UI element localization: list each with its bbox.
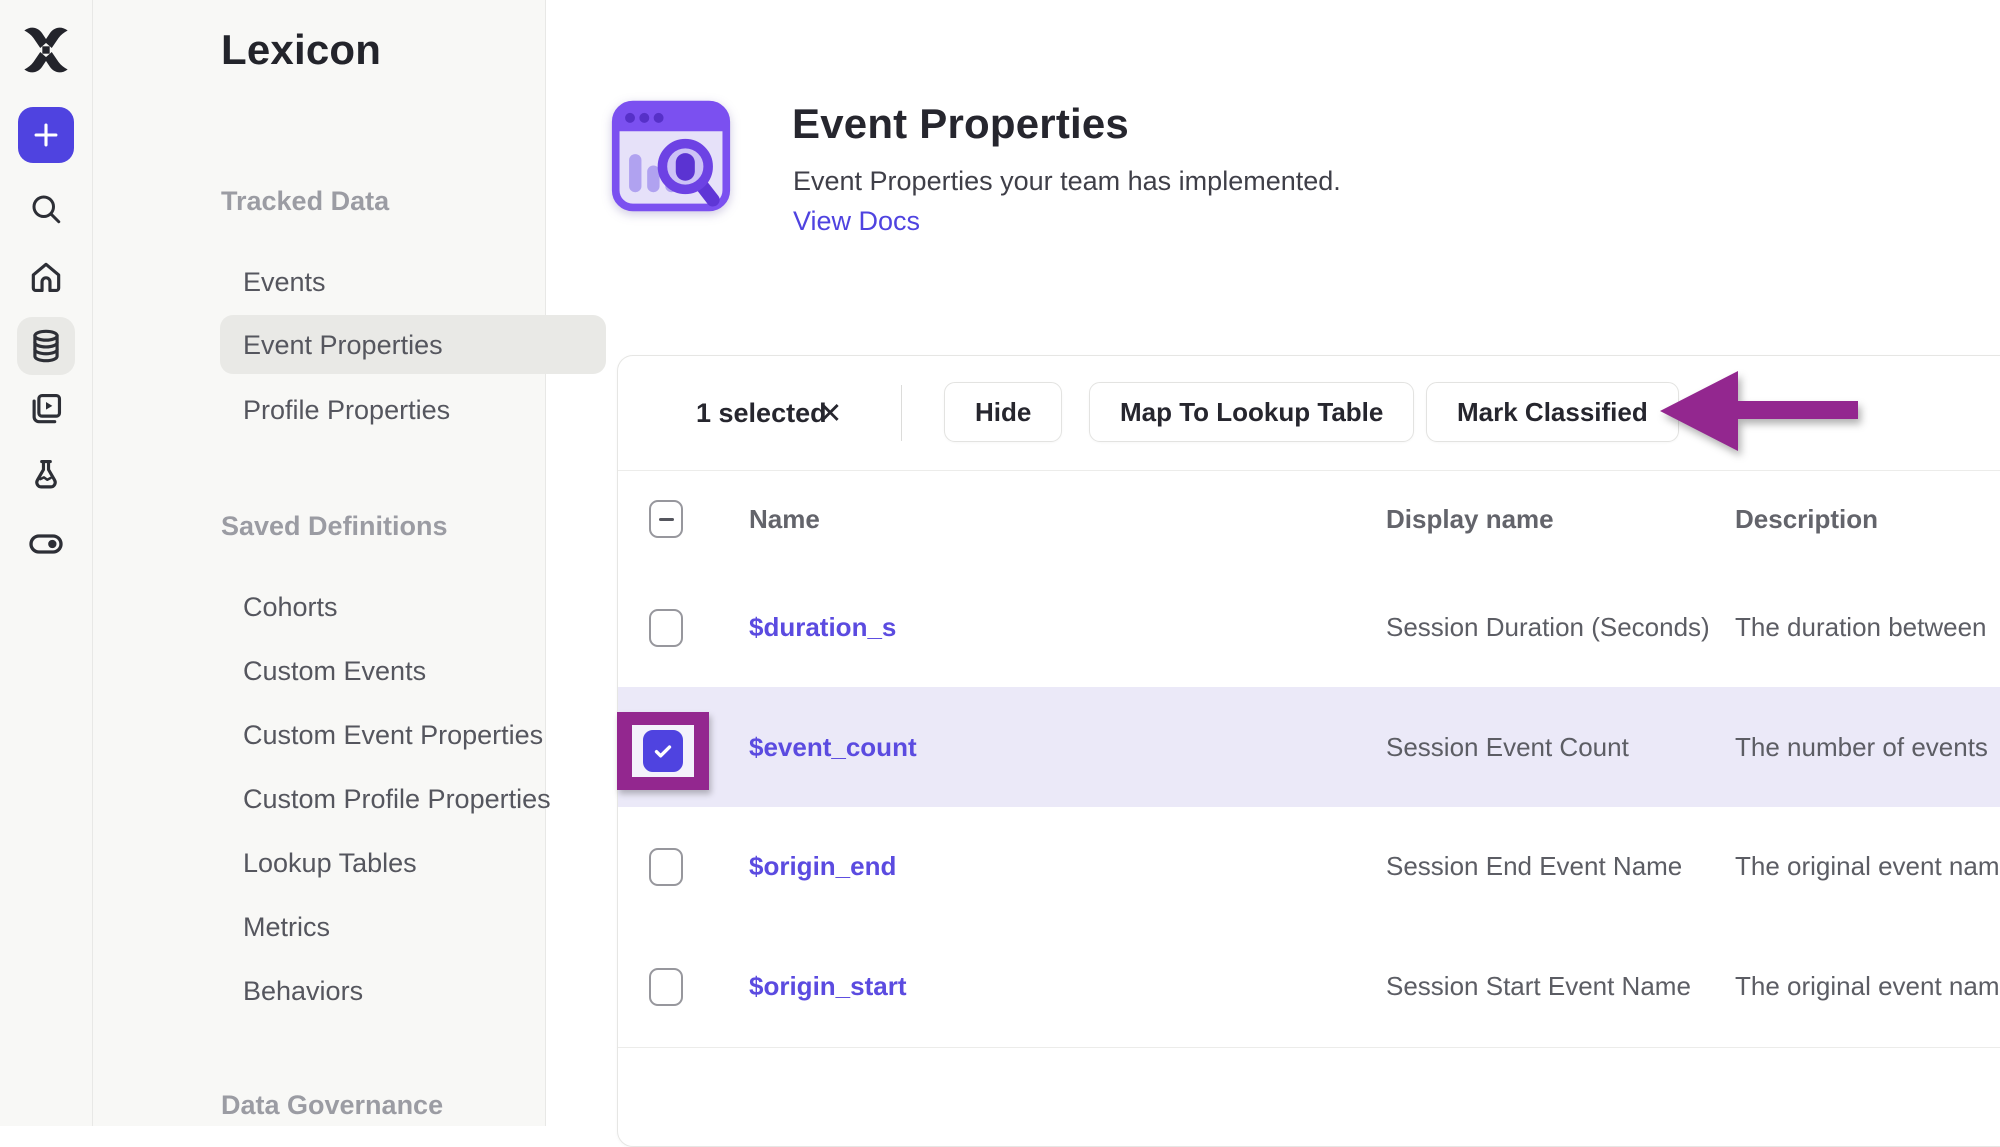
page-title: Event Properties: [792, 100, 1129, 148]
hide-button[interactable]: Hide: [944, 382, 1062, 442]
table-row-selected[interactable]: $event_count Session Event Count The num…: [618, 687, 2000, 808]
sidebar-item-custom-events[interactable]: Custom Events: [243, 654, 426, 688]
boards-icon[interactable]: [27, 390, 65, 428]
column-header-description[interactable]: Description: [1735, 470, 1878, 568]
feature-flags-toggle-icon[interactable]: [26, 524, 66, 564]
property-name-link[interactable]: $duration_s: [749, 568, 896, 687]
table-row[interactable]: $origin_end Session End Event Name The o…: [618, 807, 2000, 927]
checkbox-annotation-highlight: [617, 712, 709, 790]
sidebar-title: Lexicon: [221, 26, 381, 74]
mixpanel-logo-icon: [20, 24, 72, 76]
display-name-cell: Session End Event Name: [1386, 807, 1682, 926]
select-all-checkbox[interactable]: [649, 500, 683, 538]
check-icon: [650, 738, 676, 764]
display-name-cell: Session Start Event Name: [1386, 926, 1691, 1047]
column-header-display-name[interactable]: Display name: [1386, 470, 1554, 568]
row-checkbox[interactable]: [649, 968, 683, 1006]
plus-icon: [18, 107, 74, 163]
property-name-link[interactable]: $origin_start: [749, 926, 907, 1047]
sidebar-item-events[interactable]: Events: [243, 265, 326, 299]
property-name-link[interactable]: $event_count: [749, 687, 917, 807]
sidebar-item-metrics[interactable]: Metrics: [243, 910, 330, 944]
sidebar-item-cohorts[interactable]: Cohorts: [243, 590, 338, 624]
sidebar-item-event-properties[interactable]: Event Properties: [243, 328, 443, 362]
create-button[interactable]: [18, 107, 74, 163]
section-tracked-data: Tracked Data: [221, 186, 389, 217]
icon-rail: [0, 0, 93, 1126]
table-row[interactable]: $origin_start Session Start Event Name T…: [618, 926, 2000, 1048]
page-subtitle: Event Properties your team has implement…: [793, 166, 1341, 197]
sidebar-item-lookup-tables[interactable]: Lookup Tables: [243, 846, 417, 880]
description-cell: The original event nam: [1735, 807, 1999, 926]
sidebar-item-custom-profile-properties[interactable]: Custom Profile Properties: [243, 782, 551, 816]
search-icon[interactable]: [28, 191, 64, 227]
indeterminate-dash: [659, 518, 674, 521]
column-header-name[interactable]: Name: [749, 470, 820, 568]
property-name-link[interactable]: $origin_end: [749, 807, 896, 926]
arrow-annotation: [1660, 371, 1860, 458]
description-cell: The original event nam: [1735, 926, 1999, 1047]
home-icon[interactable]: [27, 258, 65, 296]
selection-count: 1 selected: [696, 356, 827, 470]
description-cell: The duration between: [1735, 568, 1987, 687]
mark-classified-button[interactable]: Mark Classified: [1426, 382, 1679, 442]
map-to-lookup-table-button[interactable]: Map To Lookup Table: [1089, 382, 1414, 442]
event-properties-table-card: 1 selected ✕ Hide Map To Lookup Table Ma…: [617, 355, 2000, 1147]
row-checkbox[interactable]: [649, 609, 683, 647]
sidebar-item-custom-event-properties[interactable]: Custom Event Properties: [243, 718, 543, 752]
table-header-row: Name Display name Description: [618, 470, 2000, 569]
annotation-inner: [632, 725, 694, 777]
database-icon: [17, 317, 75, 375]
row-checkbox-checked[interactable]: [643, 730, 683, 772]
lexicon-sidebar: Lexicon Tracked Data Events Event Proper…: [93, 0, 546, 1126]
sidebar-item-profile-properties[interactable]: Profile Properties: [243, 393, 450, 427]
event-properties-illustration-icon: [610, 95, 732, 217]
row-checkbox[interactable]: [649, 848, 683, 886]
description-cell: The number of events: [1735, 687, 1988, 807]
section-saved-definitions: Saved Definitions: [221, 511, 448, 542]
toolbar-divider: [901, 385, 902, 441]
rail-item-data[interactable]: [17, 317, 75, 375]
section-data-governance: Data Governance: [221, 1090, 443, 1121]
display-name-cell: Session Duration (Seconds): [1386, 568, 1710, 687]
display-name-cell: Session Event Count: [1386, 687, 1629, 807]
experiments-flask-icon[interactable]: [27, 456, 65, 494]
sidebar-item-behaviors[interactable]: Behaviors: [243, 974, 363, 1008]
view-docs-link[interactable]: View Docs: [793, 206, 920, 237]
table-row[interactable]: $duration_s Session Duration (Seconds) T…: [618, 568, 2000, 688]
clear-selection-icon[interactable]: ✕: [818, 356, 842, 470]
